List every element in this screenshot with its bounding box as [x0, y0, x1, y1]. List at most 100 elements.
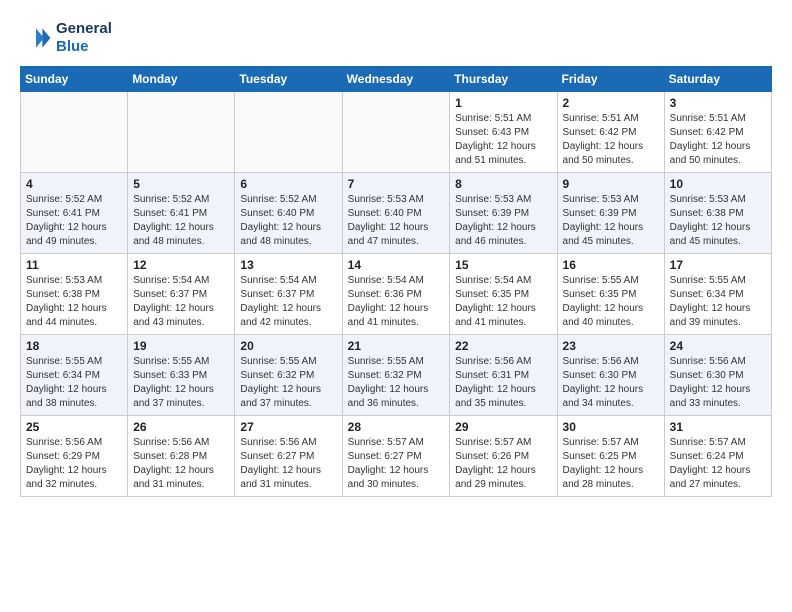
day-info: Sunrise: 5:51 AM Sunset: 6:43 PM Dayligh… [455, 112, 551, 168]
day-number: 20 [240, 339, 336, 353]
calendar-cell: 1 Sunrise: 5:51 AM Sunset: 6:43 PM Daylig… [450, 92, 557, 173]
calendar-cell: 19Sunrise: 5:55 AM Sunset: 6:33 PM Dayli… [128, 335, 235, 416]
header-monday: Monday [128, 67, 235, 92]
calendar-cell: 4 Sunrise: 5:52 AM Sunset: 6:41 PM Daylig… [21, 173, 128, 254]
calendar-cell: 9Sunrise: 5:53 AM Sunset: 6:39 PM Daylig… [557, 173, 664, 254]
day-info: Sunrise: 5:52 AM Sunset: 6:41 PM Dayligh… [26, 193, 122, 249]
calendar-cell: 30 Sunrise: 5:57 AM Sunset: 6:25 PM Dayli… [557, 416, 664, 497]
day-info: Sunrise: 5:53 AM Sunset: 6:39 PM Dayligh… [455, 193, 551, 249]
header-friday: Friday [557, 67, 664, 92]
week-row-3: 11 Sunrise: 5:53 AM Sunset: 6:38 PM Dayli… [21, 254, 772, 335]
day-info: Sunrise: 5:57 AM Sunset: 6:25 PM Dayligh… [563, 436, 659, 492]
logo-icon [20, 22, 52, 54]
day-info: Sunrise: 5:54 AM Sunset: 6:36 PM Dayligh… [348, 274, 445, 330]
day-info: Sunrise: 5:55 AM Sunset: 6:34 PM Dayligh… [670, 274, 766, 330]
day-number: 12 [133, 258, 229, 272]
day-info: Sunrise: 5:53 AM Sunset: 6:38 PM Dayligh… [670, 193, 766, 249]
calendar-table: SundayMondayTuesdayWednesdayThursdayFrid… [20, 66, 772, 497]
day-number: 11 [26, 258, 122, 272]
calendar-cell [235, 92, 342, 173]
day-info: Sunrise: 5:57 AM Sunset: 6:27 PM Dayligh… [348, 436, 445, 492]
calendar-cell [342, 92, 450, 173]
week-row-2: 4 Sunrise: 5:52 AM Sunset: 6:41 PM Daylig… [21, 173, 772, 254]
day-number: 8 [455, 177, 551, 191]
day-number: 10 [670, 177, 766, 191]
header-sunday: Sunday [21, 67, 128, 92]
day-number: 5 [133, 177, 229, 191]
day-info: Sunrise: 5:55 AM Sunset: 6:32 PM Dayligh… [348, 355, 445, 411]
calendar-cell: 23Sunrise: 5:56 AM Sunset: 6:30 PM Dayli… [557, 335, 664, 416]
page-header: General Blue [20, 20, 772, 56]
day-number: 13 [240, 258, 336, 272]
week-row-5: 25 Sunrise: 5:56 AM Sunset: 6:29 PM Dayli… [21, 416, 772, 497]
day-info: Sunrise: 5:56 AM Sunset: 6:29 PM Dayligh… [26, 436, 122, 492]
day-number: 4 [26, 177, 122, 191]
day-number: 14 [348, 258, 445, 272]
day-info: Sunrise: 5:54 AM Sunset: 6:37 PM Dayligh… [133, 274, 229, 330]
calendar-cell: 3 Sunrise: 5:51 AM Sunset: 6:42 PM Daylig… [664, 92, 771, 173]
calendar-cell [21, 92, 128, 173]
day-number: 18 [26, 339, 122, 353]
day-info: Sunrise: 5:53 AM Sunset: 6:38 PM Dayligh… [26, 274, 122, 330]
calendar-cell: 27 Sunrise: 5:56 AM Sunset: 6:27 PM Dayli… [235, 416, 342, 497]
day-number: 30 [563, 420, 659, 434]
day-number: 19 [133, 339, 229, 353]
day-number: 16 [563, 258, 659, 272]
calendar-cell: 6Sunrise: 5:52 AM Sunset: 6:40 PM Daylig… [235, 173, 342, 254]
calendar-cell: 11 Sunrise: 5:53 AM Sunset: 6:38 PM Dayli… [21, 254, 128, 335]
header-tuesday: Tuesday [235, 67, 342, 92]
calendar-cell: 5 Sunrise: 5:52 AM Sunset: 6:41 PM Daylig… [128, 173, 235, 254]
day-number: 7 [348, 177, 445, 191]
calendar-cell: 2 Sunrise: 5:51 AM Sunset: 6:42 PM Daylig… [557, 92, 664, 173]
logo-text: General Blue [56, 20, 112, 56]
day-number: 3 [670, 96, 766, 110]
day-info: Sunrise: 5:57 AM Sunset: 6:24 PM Dayligh… [670, 436, 766, 492]
week-row-1: 1 Sunrise: 5:51 AM Sunset: 6:43 PM Daylig… [21, 92, 772, 173]
calendar-cell: 20 Sunrise: 5:55 AM Sunset: 6:32 PM Dayli… [235, 335, 342, 416]
day-number: 15 [455, 258, 551, 272]
day-number: 27 [240, 420, 336, 434]
day-number: 28 [348, 420, 445, 434]
calendar-cell: 24 Sunrise: 5:56 AM Sunset: 6:30 PM Dayli… [664, 335, 771, 416]
week-row-4: 18 Sunrise: 5:55 AM Sunset: 6:34 PM Dayli… [21, 335, 772, 416]
calendar-cell: 25 Sunrise: 5:56 AM Sunset: 6:29 PM Dayli… [21, 416, 128, 497]
day-info: Sunrise: 5:55 AM Sunset: 6:34 PM Dayligh… [26, 355, 122, 411]
day-number: 21 [348, 339, 445, 353]
calendar-cell: 12 Sunrise: 5:54 AM Sunset: 6:37 PM Dayli… [128, 254, 235, 335]
calendar-cell: 18 Sunrise: 5:55 AM Sunset: 6:34 PM Dayli… [21, 335, 128, 416]
day-info: Sunrise: 5:54 AM Sunset: 6:35 PM Dayligh… [455, 274, 551, 330]
header-thursday: Thursday [450, 67, 557, 92]
day-number: 25 [26, 420, 122, 434]
day-number: 6 [240, 177, 336, 191]
day-number: 24 [670, 339, 766, 353]
day-info: Sunrise: 5:51 AM Sunset: 6:42 PM Dayligh… [563, 112, 659, 168]
day-number: 22 [455, 339, 551, 353]
day-info: Sunrise: 5:57 AM Sunset: 6:26 PM Dayligh… [455, 436, 551, 492]
day-info: Sunrise: 5:51 AM Sunset: 6:42 PM Dayligh… [670, 112, 766, 168]
day-info: Sunrise: 5:55 AM Sunset: 6:35 PM Dayligh… [563, 274, 659, 330]
calendar-header-row: SundayMondayTuesdayWednesdayThursdayFrid… [21, 67, 772, 92]
calendar-cell: 15 Sunrise: 5:54 AM Sunset: 6:35 PM Dayli… [450, 254, 557, 335]
day-info: Sunrise: 5:54 AM Sunset: 6:37 PM Dayligh… [240, 274, 336, 330]
calendar-cell: 26Sunrise: 5:56 AM Sunset: 6:28 PM Dayli… [128, 416, 235, 497]
day-number: 17 [670, 258, 766, 272]
day-info: Sunrise: 5:56 AM Sunset: 6:30 PM Dayligh… [670, 355, 766, 411]
day-number: 1 [455, 96, 551, 110]
day-info: Sunrise: 5:52 AM Sunset: 6:41 PM Dayligh… [133, 193, 229, 249]
day-info: Sunrise: 5:56 AM Sunset: 6:27 PM Dayligh… [240, 436, 336, 492]
day-info: Sunrise: 5:55 AM Sunset: 6:32 PM Dayligh… [240, 355, 336, 411]
day-number: 9 [563, 177, 659, 191]
logo: General Blue [20, 20, 112, 56]
day-number: 2 [563, 96, 659, 110]
calendar-cell: 8 Sunrise: 5:53 AM Sunset: 6:39 PM Daylig… [450, 173, 557, 254]
calendar-cell: 16 Sunrise: 5:55 AM Sunset: 6:35 PM Dayli… [557, 254, 664, 335]
day-info: Sunrise: 5:56 AM Sunset: 6:31 PM Dayligh… [455, 355, 551, 411]
day-info: Sunrise: 5:53 AM Sunset: 6:40 PM Dayligh… [348, 193, 445, 249]
calendar-cell: 7 Sunrise: 5:53 AM Sunset: 6:40 PM Daylig… [342, 173, 450, 254]
calendar-cell: 28 Sunrise: 5:57 AM Sunset: 6:27 PM Dayli… [342, 416, 450, 497]
calendar-cell: 14 Sunrise: 5:54 AM Sunset: 6:36 PM Dayli… [342, 254, 450, 335]
calendar-cell: 13 Sunrise: 5:54 AM Sunset: 6:37 PM Dayli… [235, 254, 342, 335]
day-number: 29 [455, 420, 551, 434]
calendar-cell [128, 92, 235, 173]
calendar-cell: 21 Sunrise: 5:55 AM Sunset: 6:32 PM Dayli… [342, 335, 450, 416]
